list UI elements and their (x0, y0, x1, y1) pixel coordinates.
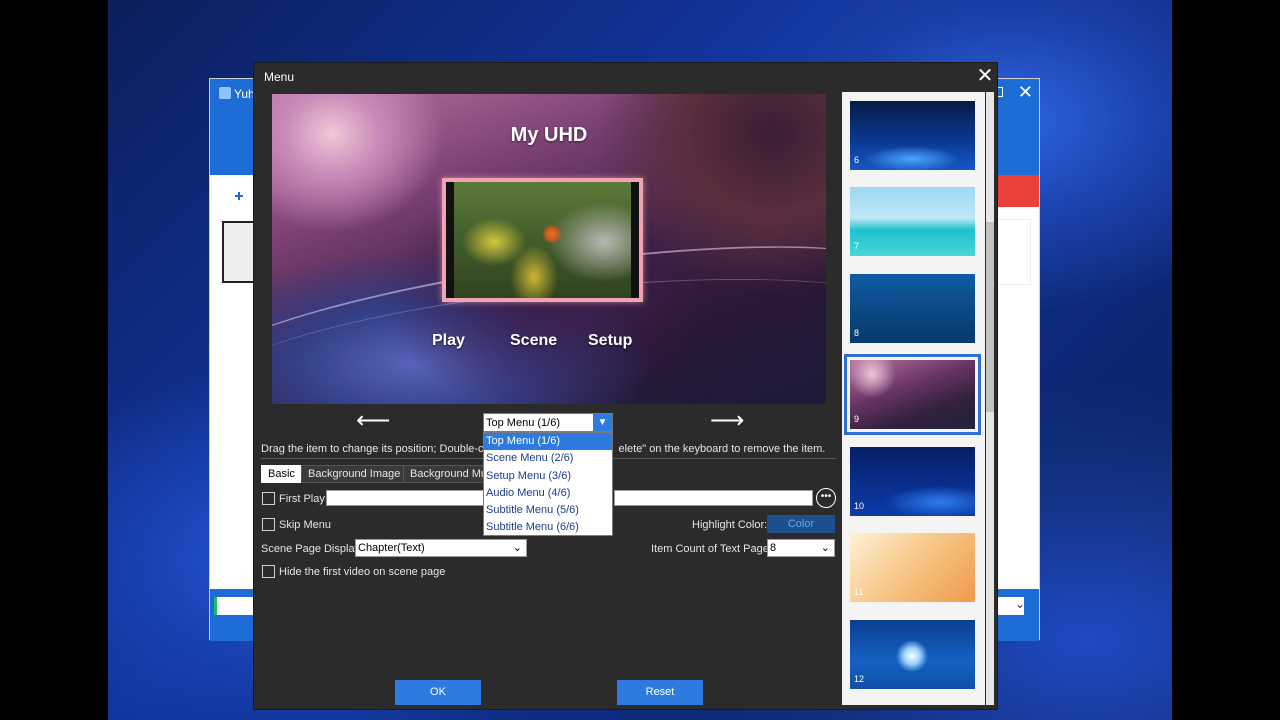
menu-page-select-value: Top Menu (1/6) (486, 417, 560, 429)
template-number: 12 (854, 674, 865, 684)
menu-page-dropdown: Top Menu (1/6) Scene Menu (2/6) Setup Me… (483, 432, 613, 536)
previous-menu-arrow-icon[interactable]: ⟵ (356, 409, 390, 433)
skip-menu-label: Skip Menu (279, 519, 331, 531)
dropdown-option[interactable]: Subtitle Menu (6/6) (484, 519, 612, 536)
first-play-field[interactable] (326, 490, 484, 506)
template-number: 11 (854, 587, 864, 597)
template-thumbnail-selected[interactable]: 9 (844, 354, 981, 435)
preview-menu-title[interactable]: My UHD (272, 124, 826, 147)
red-action-tab[interactable] (995, 175, 1039, 207)
ok-button[interactable]: OK (395, 680, 481, 705)
dropdown-option[interactable]: Setup Menu (3/6) (484, 468, 612, 485)
scene-page-display-value: Chapter(Text) (358, 542, 425, 554)
template-thumbnail[interactable]: 10 (850, 447, 975, 516)
template-list: 6 7 8 9 10 11 12 (842, 92, 985, 705)
template-number: 7 (854, 241, 860, 251)
template-thumbnail[interactable]: 6 (850, 101, 975, 170)
instruction-text-right: elete" on the keyboard to remove the ite… (618, 443, 826, 455)
menu-preview[interactable]: My UHD Play Scene Setup (272, 94, 826, 404)
dropdown-option[interactable]: Audio Menu (4/6) (484, 485, 612, 502)
background-close-icon[interactable]: ✕ (1018, 82, 1033, 103)
first-play-label: First Play: (279, 493, 328, 505)
template-thumbnail[interactable]: 12 (850, 620, 975, 689)
chevron-down-icon[interactable]: ▼ (593, 414, 612, 431)
preview-video-frame[interactable] (442, 178, 643, 302)
first-play-field-continued[interactable] (614, 490, 813, 506)
background-app-title: Yuh (234, 87, 255, 101)
hide-first-video-label: Hide the first video on scene page (279, 566, 446, 578)
item-count-value: 8 (770, 542, 777, 554)
preview-setup-button[interactable]: Setup (588, 332, 632, 350)
dropdown-option[interactable]: Subtitle Menu (5/6) (484, 502, 612, 519)
video-thumbnail[interactable] (222, 221, 256, 283)
skip-menu-checkbox[interactable] (262, 518, 275, 531)
dropdown-option[interactable]: Scene Menu (2/6) (484, 450, 612, 467)
template-thumbnail[interactable]: 7 (850, 187, 975, 256)
scene-page-display-label: Scene Page Display: (261, 543, 364, 555)
template-thumbnail[interactable]: 8 (850, 274, 975, 343)
tab-background-music[interactable]: Background Mu (403, 465, 495, 483)
dropdown-option[interactable]: Top Menu (1/6) (484, 433, 612, 451)
screen: Yuh ✕ ⌄ Menu ✕ My UHD Play Scene Setup ⟵… (0, 0, 1280, 720)
tab-basic[interactable]: Basic (261, 465, 302, 483)
scrollbar-thumb[interactable] (986, 222, 994, 412)
side-panel (995, 219, 1031, 285)
letterbox-right (1172, 0, 1280, 720)
template-thumbnail[interactable]: 11 (850, 533, 975, 602)
first-play-checkbox[interactable] (262, 492, 275, 505)
add-file-icon[interactable] (224, 179, 246, 203)
highlight-color-button[interactable]: Color (767, 515, 835, 533)
progress-indicator (214, 597, 217, 615)
more-options-icon[interactable]: ••• (816, 488, 836, 508)
chevron-down-icon: ⌄ (820, 542, 830, 554)
template-number: 8 (854, 328, 860, 338)
dialog-title: Menu (264, 70, 295, 84)
app-logo-icon (219, 87, 231, 99)
template-number: 9 (854, 414, 860, 424)
chevron-down-icon[interactable]: ⌄ (1015, 597, 1025, 611)
preview-play-button[interactable]: Play (432, 332, 465, 350)
menu-page-select[interactable]: Top Menu (1/6) ▼ (483, 413, 613, 432)
template-number: 6 (854, 155, 860, 165)
item-count-select[interactable]: 8 ⌄ (767, 539, 835, 557)
preview-scene-button[interactable]: Scene (510, 332, 557, 350)
dialog-close-icon[interactable]: ✕ (974, 65, 996, 87)
item-count-label: Item Count of Text Page: (651, 543, 772, 555)
letterbox-left (0, 0, 108, 720)
template-number: 10 (854, 501, 865, 511)
instruction-text-left: Drag the item to change its position; Do… (261, 443, 489, 455)
chevron-down-icon: ⌄ (512, 542, 522, 554)
highlight-color-label: Highlight Color: (692, 519, 768, 531)
preview-video-image (454, 182, 631, 298)
next-menu-arrow-icon[interactable]: ⟶ (710, 409, 744, 433)
hide-first-video-checkbox[interactable] (262, 565, 275, 578)
template-scrollbar[interactable] (986, 92, 994, 705)
scene-page-display-select[interactable]: Chapter(Text) ⌄ (355, 539, 527, 557)
reset-button[interactable]: Reset (617, 680, 703, 705)
tab-background-image[interactable]: Background Image (301, 465, 408, 483)
